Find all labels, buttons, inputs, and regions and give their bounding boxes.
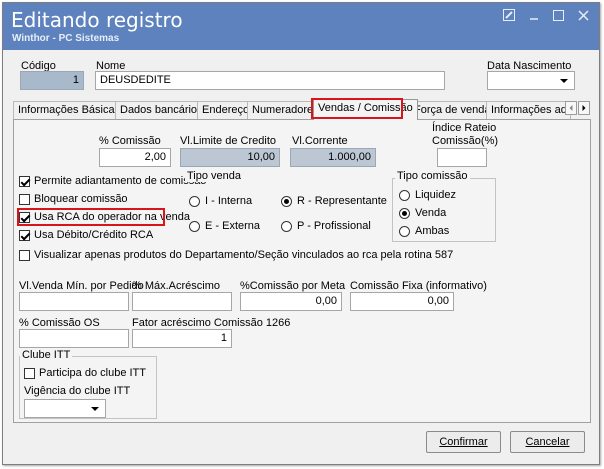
data-nascimento-dropdown[interactable] [487, 71, 575, 90]
tab-highlight [311, 98, 403, 119]
tab-scroll-left[interactable] [565, 101, 577, 115]
pct-comissao-meta-label: %Comissão por Meta [240, 280, 346, 292]
tab-scroll-right[interactable] [578, 101, 590, 115]
pct-comissao-os-label: % Comissão OS [19, 317, 100, 329]
edit-icon[interactable] [503, 9, 515, 21]
checkbox-box [19, 229, 30, 241]
pct-max-acrescimo-label: % Máx.Acréscimo [132, 280, 221, 292]
radio-dot [281, 220, 292, 232]
radio-dot [399, 207, 410, 219]
close-icon[interactable] [578, 9, 589, 21]
tab-dados-bancarios[interactable]: Dados bancários [115, 101, 208, 119]
pct-comissao-os-field[interactable] [19, 329, 129, 348]
vendas-comissao-panel: % Comissão 2,00 Vl.Limite de Credito 10,… [13, 119, 591, 423]
pct-comissao-field[interactable]: 2,00 [99, 148, 171, 167]
radio-externa[interactable]: E - Externa [189, 220, 260, 232]
cancelar-button[interactable]: Cancelar [510, 431, 585, 453]
radio-interna[interactable]: I - Interna [189, 195, 252, 207]
maximize-icon[interactable] [553, 9, 564, 21]
checkbox-box [24, 367, 35, 379]
radio-profissional[interactable]: P - Profissional [281, 220, 371, 232]
tipo-venda-group: Tipo venda I - Interna R - Representante… [184, 170, 387, 241]
visualizar-produtos-checkbox[interactable]: Visualizar apenas produtos do Departamen… [19, 249, 453, 261]
comissao-fixa-field[interactable]: 0,00 [350, 292, 454, 311]
editing-window: Editando registro Winthor - PC Sistemas … [2, 2, 600, 465]
tipo-venda-title: Tipo venda [185, 170, 244, 182]
indice-rateio-field[interactable] [437, 148, 487, 167]
fator-acrescimo-field[interactable]: 1 [132, 329, 232, 348]
clube-itt-group: Clube ITT Participa do clube ITT Vigênci… [19, 349, 157, 419]
vl-limite-label: Vl.Limite de Credito [180, 135, 276, 147]
nome-field[interactable]: DEUSDEDITE [95, 71, 445, 90]
participa-clube-checkbox[interactable]: Participa do clube ITT [24, 367, 146, 379]
comissao-fixa-label: Comissão Fixa (informativo) [350, 280, 487, 292]
pct-comissao-label: % Comissão [99, 135, 161, 147]
vl-venda-min-label: Vl.Venda Mín. por Pedido [19, 280, 144, 292]
pct-max-acrescimo-field[interactable] [132, 292, 232, 311]
radio-liquidez[interactable]: Liquidez [399, 189, 456, 201]
tab-bar: Informações Básicas Dados bancários Ende… [13, 98, 591, 120]
chevron-down-icon [91, 407, 99, 411]
radio-ambas[interactable]: Ambas [399, 225, 449, 237]
tab-informacoes-adicionais[interactable]: Informações adicion [486, 101, 571, 119]
arrow-right-icon [582, 105, 586, 111]
vigencia-label: Vigência do clube ITT [24, 385, 131, 397]
tipo-comissao-group: Tipo comissão Liquidez Venda Ambas [392, 170, 496, 242]
tab-informacoes-basicas[interactable]: Informações Básicas [13, 101, 126, 119]
minimize-icon[interactable] [529, 9, 539, 21]
window-title: Editando registro [11, 8, 183, 32]
title-bar: Editando registro Winthor - PC Sistemas [3, 3, 599, 50]
permite-adiantamento-checkbox[interactable]: Permite adiantamento de comissão [19, 175, 206, 187]
fator-acrescimo-label: Fator acréscimo Comissão 1266 [132, 317, 291, 329]
usa-rca-highlight [17, 208, 165, 226]
checkbox-box [19, 249, 30, 261]
codigo-field[interactable]: 1 [20, 71, 84, 90]
tab-endereco[interactable]: Endereço [197, 101, 255, 119]
window-subtitle: Winthor - PC Sistemas [12, 33, 120, 44]
chevron-down-icon [560, 79, 568, 83]
indice-rateio-label: Índice Rateio [432, 122, 497, 134]
vl-venda-min-field[interactable] [19, 292, 129, 311]
vl-limite-field[interactable]: 10,00 [180, 148, 280, 167]
bloquear-comissao-checkbox[interactable]: Bloquear comissão [19, 193, 128, 205]
checkbox-box [19, 193, 30, 205]
vigencia-dropdown[interactable] [24, 399, 106, 418]
usa-debito-credito-checkbox[interactable]: Usa Débito/Crédito RCA [19, 229, 153, 241]
radio-representante[interactable]: R - Representante [281, 195, 387, 207]
radio-venda[interactable]: Venda [399, 207, 446, 219]
radio-dot [281, 195, 292, 207]
radio-dot [399, 189, 410, 201]
checkbox-box [19, 175, 30, 187]
radio-dot [189, 195, 200, 207]
vl-corrente-label: Vl.Corrente [292, 135, 348, 147]
clube-itt-title: Clube ITT [20, 349, 73, 361]
radio-dot [399, 225, 410, 237]
vl-corrente-field[interactable]: 1.000,00 [290, 148, 376, 167]
radio-dot [189, 220, 200, 232]
pct-comissao-meta-field[interactable]: 0,00 [240, 292, 342, 311]
confirmar-button[interactable]: Confirmar [426, 431, 501, 453]
tipo-comissao-title: Tipo comissão [395, 170, 470, 182]
arrow-left-icon [569, 105, 573, 111]
indice-rateio-label-2: Comissão(%) [432, 135, 499, 147]
